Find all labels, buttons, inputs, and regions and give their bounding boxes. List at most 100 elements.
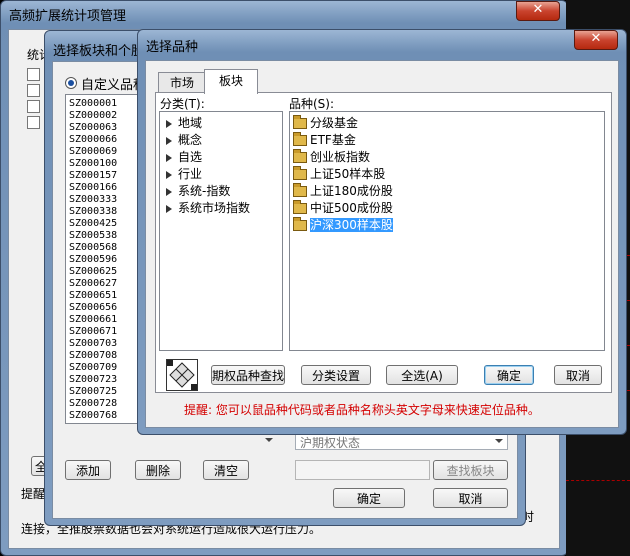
tab-market[interactable]: 市场 (158, 72, 206, 93)
back-window-title: 高频扩展统计项管理 (9, 9, 127, 24)
category-item-label: 概念 (178, 133, 203, 147)
variety-item[interactable]: 沪深300样本股 (290, 217, 604, 234)
select-all-button[interactable]: 全选(A) (386, 365, 458, 385)
variety-item-label: ETF基金 (310, 133, 356, 147)
folder-icon (293, 149, 307, 163)
category-item[interactable]: 地域 (160, 115, 282, 132)
dialog-cancel-button[interactable]: 取消 (554, 365, 602, 385)
tab-market-label: 市场 (169, 76, 194, 90)
expand-arrow-icon[interactable] (166, 187, 172, 196)
code-list-item[interactable]: SZ000001 (69, 98, 144, 110)
category-item[interactable]: 系统-指数 (160, 183, 282, 200)
category-label: 分类(T): (160, 97, 205, 111)
code-list-item[interactable]: SZ000661 (69, 314, 144, 326)
folder-icon (293, 132, 307, 146)
variety-item[interactable]: 上证180成份股 (290, 183, 604, 200)
code-list-item[interactable]: SZ000338 (69, 206, 144, 218)
variety-item[interactable]: ETF基金 (290, 132, 604, 149)
code-list-item[interactable]: SZ000708 (69, 350, 144, 362)
code-list-item[interactable]: SZ000723 (69, 374, 144, 386)
back-checkbox-1[interactable] (27, 68, 40, 81)
category-tree[interactable]: 地域概念自选行业系统-指数系统市场指数 (159, 111, 283, 351)
find-block-button[interactable]: 查找板块 (433, 460, 508, 480)
code-list-item[interactable]: SZ000709 (69, 362, 144, 374)
code-list-item[interactable]: SZ000425 (69, 218, 144, 230)
variety-item-label: 沪深300样本股 (310, 218, 393, 232)
variety-item[interactable]: 分级基金 (290, 115, 604, 132)
category-item-label: 行业 (178, 167, 203, 181)
back-checkbox-3[interactable] (27, 100, 40, 113)
code-list-item[interactable]: SZ000651 (69, 290, 144, 302)
code-list-item[interactable]: SZ000100 (69, 158, 144, 170)
code-list-item[interactable]: SZ000776 (69, 422, 144, 423)
folder-icon (293, 217, 307, 231)
category-item-label: 自选 (178, 150, 203, 164)
variety-item-label: 中证500成份股 (310, 201, 393, 215)
right-gridline (566, 480, 630, 481)
expand-arrow-icon[interactable] (166, 170, 172, 179)
code-list-item[interactable]: SZ000538 (69, 230, 144, 242)
code-list-item[interactable]: SZ000656 (69, 302, 144, 314)
variety-item[interactable]: 中证500成份股 (290, 200, 604, 217)
mid-combo-left-arrow[interactable] (265, 438, 273, 442)
block-search-input[interactable] (295, 460, 430, 480)
chevron-down-icon[interactable] (495, 439, 503, 443)
code-list-item[interactable]: SZ000069 (69, 146, 144, 158)
tab-panel: 分类(T): 品种(S): 地域概念自选行业系统-指数系统市场指数 分级基金 ET… (155, 92, 612, 393)
block-combo-text: 沪期权状态 (300, 436, 361, 450)
dialog-ok-button[interactable]: 确定 (484, 365, 534, 385)
tab-block[interactable]: 板块 (204, 69, 258, 94)
code-list-item[interactable]: SZ000066 (69, 134, 144, 146)
folder-icon (293, 200, 307, 214)
back-checkbox-4[interactable] (27, 116, 40, 129)
mid-cancel-button[interactable]: 取消 (433, 488, 508, 508)
code-list-item[interactable]: SZ000627 (69, 278, 144, 290)
select-variety-dialog: 选择品种 ✕ 市场 板块 分类(T): 品种(S): 地域概念自选行业系统-指数… (137, 29, 627, 435)
radio-custom-variety[interactable] (65, 77, 77, 89)
dialog-close-button[interactable]: ✕ (574, 30, 618, 50)
delete-button[interactable]: 删除 (135, 460, 181, 480)
expand-arrow-icon[interactable] (166, 204, 172, 213)
category-item[interactable]: 行业 (160, 166, 282, 183)
variety-item[interactable]: 创业板指数 (290, 149, 604, 166)
variety-label: 品种(S): (289, 97, 335, 111)
code-list[interactable]: SZ000001 SZ000002 SZ000063 SZ000066 SZ000069… (65, 94, 145, 424)
code-list-item[interactable]: SZ000703 (69, 338, 144, 350)
dialog-title: 选择品种 (146, 40, 199, 55)
expand-arrow-icon[interactable] (166, 153, 172, 162)
category-item[interactable]: 概念 (160, 132, 282, 149)
code-list-item[interactable]: SZ000625 (69, 266, 144, 278)
mid-ok-button[interactable]: 确定 (333, 488, 405, 508)
code-list-item[interactable]: SZ000725 (69, 386, 144, 398)
code-list-item[interactable]: SZ000157 (69, 170, 144, 182)
code-list-item[interactable]: SZ000568 (69, 242, 144, 254)
clear-button[interactable]: 清空 (203, 460, 249, 480)
expand-arrow-icon[interactable] (166, 119, 172, 128)
variety-item-label: 上证50样本股 (310, 167, 386, 181)
code-list-item[interactable]: SZ000333 (69, 194, 144, 206)
dialog-hint-text: 提醒: 您可以鼠品种代码或者品种名称头英文字母来快速定位品种。 (184, 403, 540, 417)
category-item[interactable]: 自选 (160, 149, 282, 166)
expand-arrow-icon[interactable] (166, 136, 172, 145)
code-list-item[interactable]: SZ000768 (69, 410, 144, 422)
variety-item[interactable]: 上证50样本股 (290, 166, 604, 183)
back-checkbox-2[interactable] (27, 84, 40, 97)
category-setting-button[interactable]: 分类设置 (301, 365, 371, 385)
code-list-item[interactable]: SZ000671 (69, 326, 144, 338)
code-list-item[interactable]: SZ000002 (69, 110, 144, 122)
variety-list[interactable]: 分级基金 ETF基金创业板指数 上证50样本股上证180成份股 中证500成份股 沪深3… (289, 111, 605, 351)
add-button[interactable]: 添加 (65, 460, 111, 480)
category-item[interactable]: 系统市场指数 (160, 200, 282, 217)
code-list-item[interactable]: SZ000166 (69, 182, 144, 194)
category-item-label: 系统-指数 (178, 184, 231, 198)
code-list-item[interactable]: SZ000063 (69, 122, 144, 134)
folder-icon (293, 183, 307, 197)
variety-item-label: 分级基金 (310, 116, 359, 130)
code-list-item[interactable]: SZ000728 (69, 398, 144, 410)
option-variety-find-button[interactable]: 期权品种查找 (211, 365, 285, 385)
folder-icon (293, 166, 307, 180)
back-close-button[interactable]: ✕ (516, 1, 560, 21)
code-list-item[interactable]: SZ000596 (69, 254, 144, 266)
keyboard-locate-icon[interactable] (166, 359, 198, 391)
category-item-label: 地域 (178, 116, 203, 130)
